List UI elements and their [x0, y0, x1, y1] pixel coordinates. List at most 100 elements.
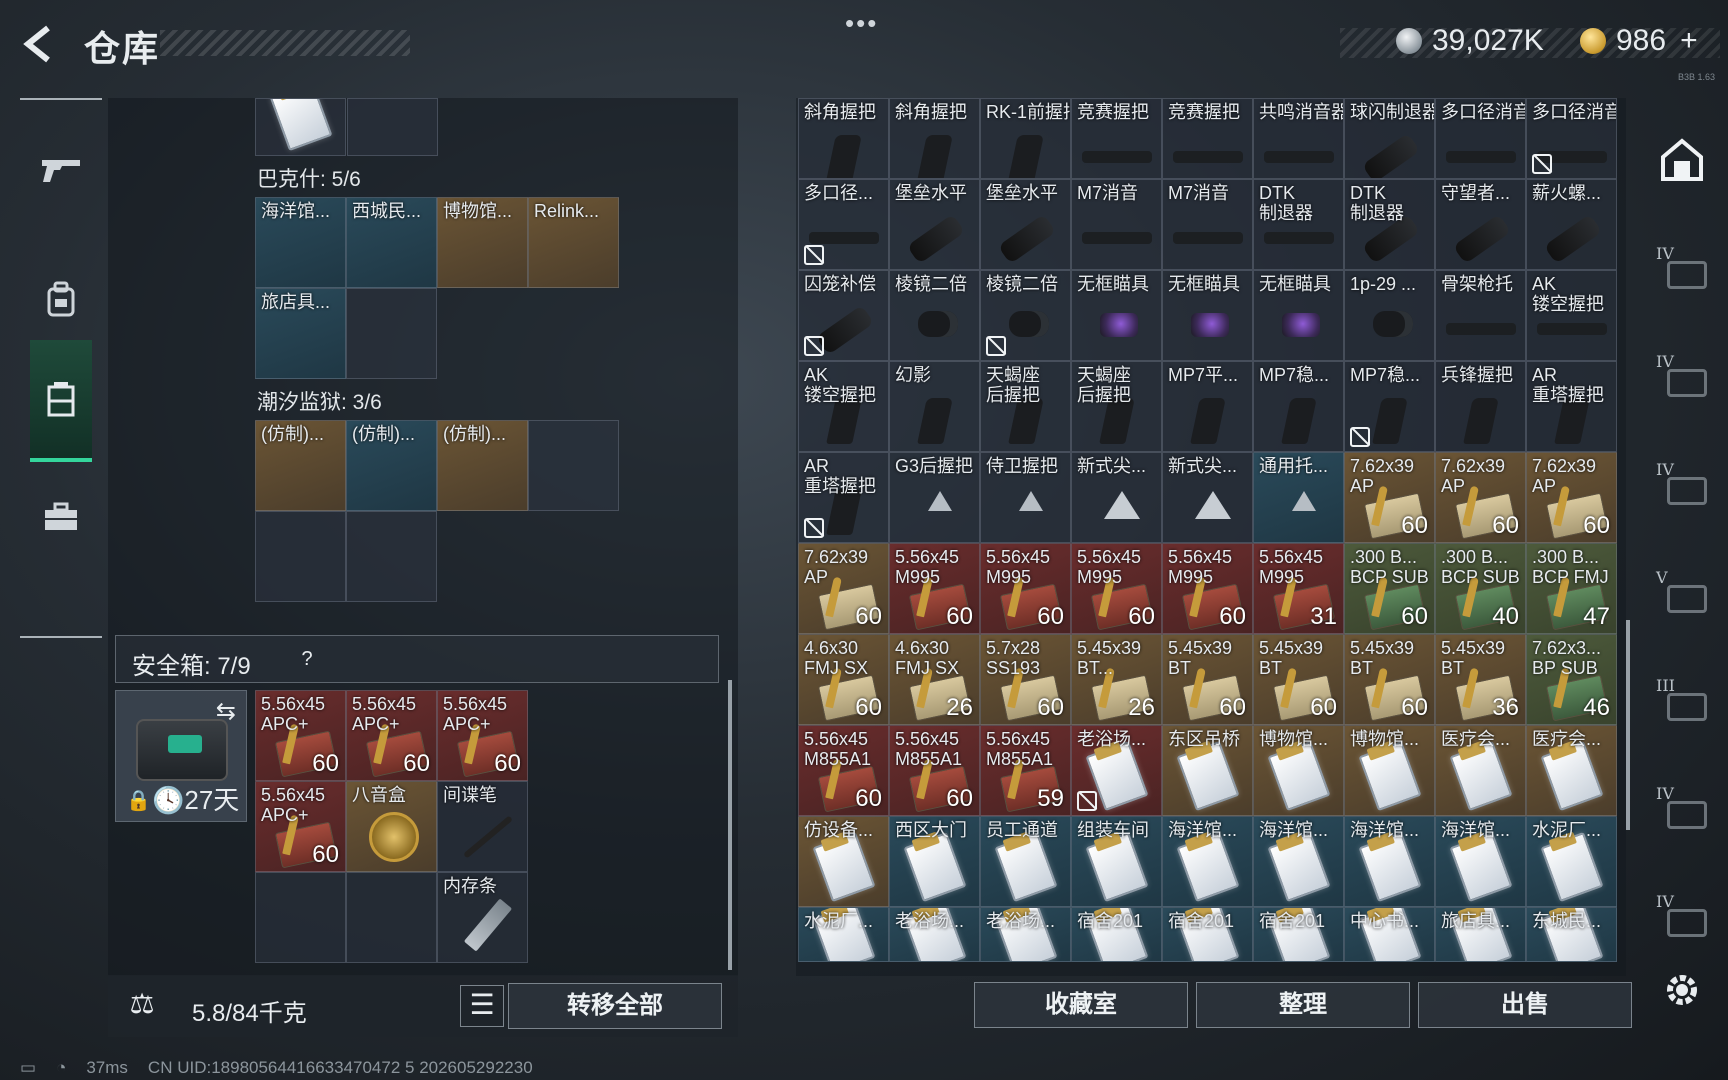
item-slot[interactable]: 5.45x39 BT 60 — [1253, 634, 1344, 725]
item-slot[interactable]: 5.56x45 M995 60 — [1071, 543, 1162, 634]
help-icon[interactable]: ? — [294, 646, 320, 672]
item-slot[interactable]: 天蝎座 后握把 — [980, 361, 1071, 452]
item-slot[interactable]: 西城民... — [346, 197, 437, 288]
item-slot[interactable]: 兵锋握把 — [1435, 361, 1526, 452]
empty-slot[interactable] — [255, 511, 346, 602]
item-slot[interactable]: 海洋馆... — [1435, 816, 1526, 907]
item-slot[interactable]: 无框瞄具 — [1071, 270, 1162, 361]
list-view-button[interactable]: ☰ — [460, 985, 504, 1027]
item-slot[interactable]: 共鸣消音器 — [1253, 98, 1344, 179]
item-slot[interactable]: 八音盒 — [346, 781, 437, 872]
item-slot[interactable]: 东城民... — [1526, 907, 1617, 962]
item-slot[interactable] — [255, 98, 346, 156]
item-slot[interactable]: 博物馆... — [437, 197, 528, 288]
item-slot[interactable]: Relink... — [528, 197, 619, 288]
item-slot[interactable]: 海洋馆... — [1162, 816, 1253, 907]
item-slot[interactable]: 仿设备... — [798, 816, 889, 907]
item-slot[interactable]: 5.45x39 BT... 26 — [1071, 634, 1162, 725]
item-slot[interactable]: 1p-29 ... — [1344, 270, 1435, 361]
nav-category-4[interactable]: V — [1650, 562, 1714, 626]
item-slot[interactable]: 5.56x45 APC+ 60 — [255, 690, 346, 781]
item-slot[interactable]: (仿制)... — [437, 420, 528, 511]
item-slot[interactable]: 5.56x45 APC+ 60 — [437, 690, 528, 781]
item-slot[interactable]: 老浴场... — [1071, 725, 1162, 816]
nav-category-1[interactable]: IV — [1650, 238, 1714, 302]
item-slot[interactable]: 4.6x30 FMJ SX 60 — [798, 634, 889, 725]
item-slot[interactable]: 幻影 — [889, 361, 980, 452]
item-slot[interactable]: 新式尖... — [1071, 452, 1162, 543]
item-slot[interactable]: 宿舍201 — [1071, 907, 1162, 962]
item-slot[interactable] — [347, 98, 438, 156]
nav-backpack[interactable] — [30, 268, 92, 330]
safebox-case[interactable]: ⇆ 🔒 🕓27天 — [115, 690, 247, 822]
item-slot[interactable]: 医疗会... — [1526, 725, 1617, 816]
item-slot[interactable]: 斜角握把 — [889, 98, 980, 179]
item-slot[interactable]: 囚笼补偿 — [798, 270, 889, 361]
nav-category-7[interactable]: IV — [1650, 886, 1714, 950]
more-options-icon[interactable]: ••• — [845, 8, 878, 39]
item-slot[interactable]: 竞赛握把 — [1071, 98, 1162, 179]
item-slot[interactable]: .300 B... BCP SUB 40 — [1435, 543, 1526, 634]
item-slot[interactable]: .300 B... BCP FMJ 47 — [1526, 543, 1617, 634]
item-slot[interactable]: 7.62x39 AP 60 — [1344, 452, 1435, 543]
item-slot[interactable]: 内存条 — [437, 872, 528, 963]
item-slot[interactable]: 东区吊桥 — [1162, 725, 1253, 816]
item-slot[interactable]: 博物馆... — [1253, 725, 1344, 816]
item-slot[interactable]: AR 重塔握把 — [1526, 361, 1617, 452]
item-slot[interactable]: AK 镂空握把 — [798, 361, 889, 452]
nav-weapons[interactable] — [30, 138, 92, 200]
empty-slot[interactable] — [346, 511, 437, 602]
item-slot[interactable]: 5.56x45 M855A1 59 — [980, 725, 1071, 816]
item-slot[interactable]: 7.62x3... BP SUB 46 — [1526, 634, 1617, 725]
item-slot[interactable]: M7消音 — [1071, 179, 1162, 270]
item-slot[interactable]: 水泥厂... — [1526, 816, 1617, 907]
nav-category-5[interactable]: III — [1650, 670, 1714, 734]
nav-category-6[interactable]: IV — [1650, 778, 1714, 842]
item-slot[interactable]: 旅店具... — [1435, 907, 1526, 962]
item-slot[interactable]: 7.62x39 AP 60 — [1435, 452, 1526, 543]
nav-warehouse[interactable] — [1650, 128, 1714, 192]
item-slot[interactable]: 老浴场... — [889, 907, 980, 962]
item-slot[interactable]: 组装车间 — [1071, 816, 1162, 907]
sell-button[interactable]: 出售 — [1418, 982, 1632, 1028]
item-slot[interactable]: 5.56x45 APC+ 60 — [346, 690, 437, 781]
item-slot[interactable]: 天蝎座 后握把 — [1071, 361, 1162, 452]
item-slot[interactable]: 海洋馆... — [255, 197, 346, 288]
empty-slot[interactable] — [346, 872, 437, 963]
item-slot[interactable]: 薪火螺... — [1526, 179, 1617, 270]
empty-slot[interactable] — [346, 288, 437, 379]
right-scrollbar[interactable] — [1626, 620, 1630, 830]
item-slot[interactable]: MP7平... — [1162, 361, 1253, 452]
item-slot[interactable]: 5.45x39 BT 60 — [1162, 634, 1253, 725]
item-slot[interactable]: 5.7x28 SS193 60 — [980, 634, 1071, 725]
item-slot[interactable]: 宿舍201 — [1253, 907, 1344, 962]
empty-slot[interactable] — [528, 420, 619, 511]
item-slot[interactable]: 5.56x45 M995 60 — [980, 543, 1071, 634]
nav-category-2[interactable]: IV — [1650, 346, 1714, 410]
item-slot[interactable]: 员工通道 — [980, 816, 1071, 907]
item-slot[interactable]: 4.6x30 FMJ SX 26 — [889, 634, 980, 725]
item-slot[interactable]: AR 重塔握把 — [798, 452, 889, 543]
settings-button[interactable] — [1650, 958, 1714, 1022]
item-slot[interactable]: 中心书... — [1344, 907, 1435, 962]
swap-icon[interactable]: ⇆ — [216, 697, 236, 726]
item-slot[interactable]: 西区大门 — [889, 816, 980, 907]
left-scrollbar[interactable] — [728, 680, 732, 970]
item-slot[interactable]: 5.56x45 M995 60 — [1162, 543, 1253, 634]
item-slot[interactable]: 海洋馆... — [1253, 816, 1344, 907]
item-slot[interactable]: (仿制)... — [346, 420, 437, 511]
item-slot[interactable]: 通用托... — [1253, 452, 1344, 543]
item-slot[interactable]: 多口径... — [798, 179, 889, 270]
item-slot[interactable]: 海洋馆... — [1344, 816, 1435, 907]
item-slot[interactable]: 5.56x45 M995 31 — [1253, 543, 1344, 634]
item-slot[interactable]: 7.62x39 AP 60 — [798, 543, 889, 634]
item-slot[interactable]: 5.56x45 M855A1 60 — [889, 725, 980, 816]
item-slot[interactable]: 守望者... — [1435, 179, 1526, 270]
item-slot[interactable]: 堡垒水平 — [889, 179, 980, 270]
item-slot[interactable]: G3后握把 — [889, 452, 980, 543]
item-slot[interactable]: 7.62x39 AP 60 — [1526, 452, 1617, 543]
empty-slot[interactable] — [255, 872, 346, 963]
item-slot[interactable]: 5.56x45 M995 60 — [889, 543, 980, 634]
back-arrow-icon[interactable] — [20, 24, 60, 64]
item-slot[interactable]: MP7稳... — [1253, 361, 1344, 452]
